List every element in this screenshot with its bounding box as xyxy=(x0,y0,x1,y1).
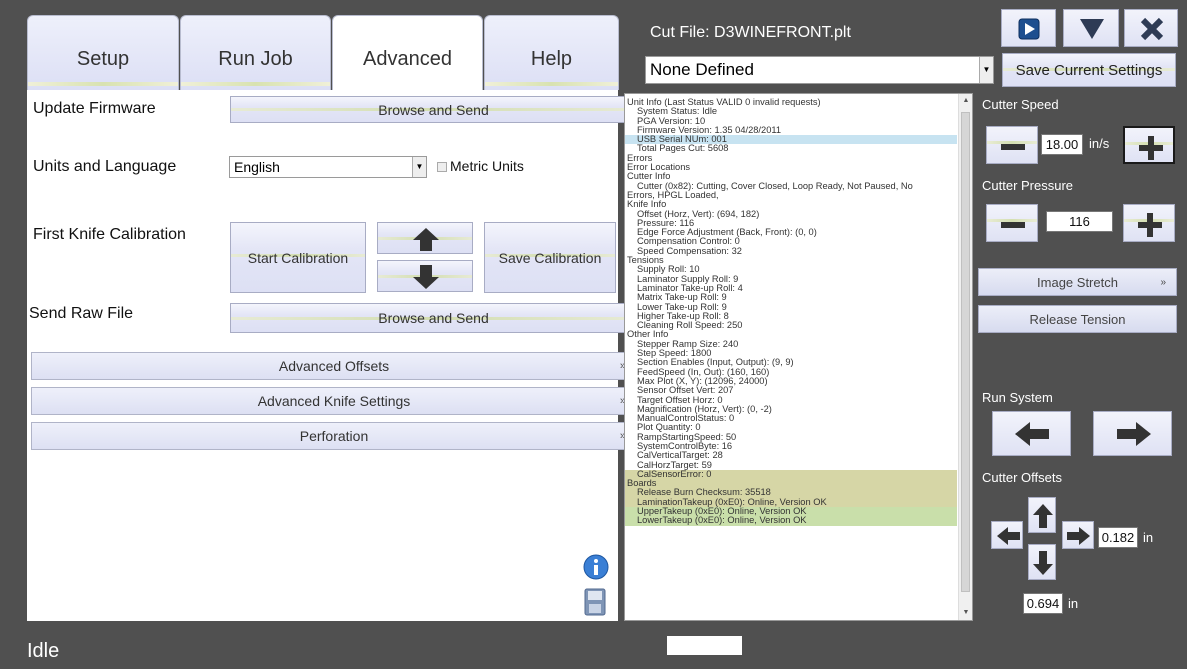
tab-label: Help xyxy=(530,48,573,70)
info-line[interactable]: Error Locations xyxy=(625,162,957,172)
arrow-down-icon xyxy=(413,265,439,289)
cutter-offsets-label: Cutter Offsets xyxy=(982,470,1062,485)
advanced-offsets-section[interactable]: Advanced Offsets» xyxy=(31,352,637,380)
offset-up-button[interactable] xyxy=(1028,497,1056,533)
advanced-panel: Update Firmware Browse and Send Units an… xyxy=(27,90,637,621)
arrow-right-icon xyxy=(1067,527,1090,545)
scroll-thumb[interactable] xyxy=(961,112,970,592)
cutter-pressure-value[interactable]: 116 xyxy=(1046,211,1113,232)
chevron-down-icon: » xyxy=(1160,277,1166,288)
send-raw-file-label: Send Raw File xyxy=(29,305,134,322)
offset-vertical-unit: in xyxy=(1068,596,1079,611)
language-value: English xyxy=(234,159,280,175)
minus-icon xyxy=(1001,222,1025,228)
tab-advanced[interactable]: Advanced xyxy=(332,15,483,91)
cutter-speed-label: Cutter Speed xyxy=(982,97,1059,112)
tab-run-job[interactable]: Run Job xyxy=(180,15,331,90)
image-stretch-label: Image Stretch xyxy=(1037,275,1118,290)
cutter-pressure-minus-button[interactable] xyxy=(986,204,1038,242)
arrow-up-icon xyxy=(1033,504,1053,528)
save-current-settings-button[interactable]: Save Current Settings xyxy=(1002,53,1176,87)
tab-label: Run Job xyxy=(218,48,293,70)
advanced-knife-settings-section[interactable]: Advanced Knife Settings» xyxy=(31,387,637,415)
play-icon xyxy=(1018,18,1040,40)
release-tension-button[interactable]: Release Tension xyxy=(978,305,1177,333)
cut-file-label: Cut File: D3WINEFRONT.plt xyxy=(650,24,851,41)
cutter-speed-plus-button[interactable] xyxy=(1123,126,1175,164)
image-stretch-button[interactable]: Image Stretch » xyxy=(978,268,1177,296)
chevron-down-icon: ▼ xyxy=(412,157,426,177)
update-firmware-label: Update Firmware xyxy=(33,100,156,117)
offset-right-button[interactable] xyxy=(1062,521,1094,549)
settings-value: None Defined xyxy=(650,60,754,79)
offset-horizontal-unit: in xyxy=(1143,530,1154,545)
scrollbar[interactable]: ▲ ▼ xyxy=(958,94,972,620)
info-line[interactable]: LowerTakeup (0xE0): Online, Version OK xyxy=(625,516,957,526)
calibration-up-button[interactable] xyxy=(377,222,473,254)
info-line[interactable]: Cleaning Roll Speed: 250 xyxy=(625,320,957,330)
info-line[interactable]: Total Pages Cut: 5608 xyxy=(625,144,957,154)
cutter-pressure-plus-button[interactable] xyxy=(1123,204,1175,242)
arrow-down-icon xyxy=(1033,551,1053,575)
tab-help[interactable]: Help xyxy=(484,15,619,90)
info-lines: Unit Info (Last Status VALID 0 invalid r… xyxy=(625,97,957,526)
offset-vertical-value[interactable]: 0.694 xyxy=(1023,593,1063,614)
cutter-speed-value[interactable]: 18.00 xyxy=(1041,134,1083,155)
language-select[interactable]: English ▼ xyxy=(229,156,427,178)
arrow-right-icon xyxy=(1117,422,1151,446)
chevron-down-icon: ▼ xyxy=(979,57,993,83)
cutter-speed-unit: in/s xyxy=(1089,136,1110,151)
metric-units-label: Metric Units xyxy=(450,158,524,174)
save-disk-icon[interactable] xyxy=(584,588,606,616)
section-label: Advanced Knife Settings xyxy=(257,393,411,409)
status-text: Idle xyxy=(27,640,60,662)
tab-label: Setup xyxy=(76,48,130,70)
release-tension-label: Release Tension xyxy=(1029,312,1126,327)
triangle-down-icon xyxy=(1080,19,1104,39)
unit-info-list[interactable]: Unit Info (Last Status VALID 0 invalid r… xyxy=(624,93,973,621)
close-icon xyxy=(1140,17,1164,41)
run-system-label: Run System xyxy=(982,390,1053,405)
minus-icon xyxy=(1001,144,1025,150)
arrow-up-icon xyxy=(413,228,439,251)
arrow-left-icon xyxy=(997,527,1020,545)
offset-down-button[interactable] xyxy=(1028,544,1056,580)
scroll-down-icon[interactable]: ▼ xyxy=(959,606,972,620)
progress-indicator xyxy=(667,636,742,655)
info-line[interactable]: Errors, HPGL Loaded, xyxy=(625,190,957,200)
info-line[interactable]: Speed Compensation: 32 xyxy=(625,246,957,256)
browse-send-firmware-button[interactable]: Browse and Send xyxy=(230,96,637,123)
perforation-section[interactable]: Perforation» xyxy=(31,422,637,450)
offset-horizontal-value[interactable]: 0.182 xyxy=(1098,527,1138,548)
first-knife-calibration-label: First Knife Calibration xyxy=(33,226,186,243)
play-button[interactable] xyxy=(1001,9,1056,47)
calibration-down-button[interactable] xyxy=(377,260,473,292)
scroll-up-icon[interactable]: ▲ xyxy=(959,94,972,108)
arrow-left-icon xyxy=(1015,422,1049,446)
save-calibration-button[interactable]: Save Calibration xyxy=(484,222,616,293)
metric-units-checkbox[interactable] xyxy=(437,162,447,172)
units-language-label: Units and Language xyxy=(33,158,177,175)
browse-send-raw-button[interactable]: Browse and Send xyxy=(230,303,637,333)
start-calibration-button[interactable]: Start Calibration xyxy=(230,222,366,293)
info-line[interactable]: CalSensorError: 0 xyxy=(625,469,957,480)
section-label: Advanced Offsets xyxy=(278,358,390,374)
section-label: Perforation xyxy=(299,428,369,444)
run-system-right-button[interactable] xyxy=(1093,411,1172,456)
info-icon[interactable] xyxy=(583,554,609,580)
cutter-speed-minus-button[interactable] xyxy=(986,126,1038,164)
offset-left-button[interactable] xyxy=(991,521,1023,549)
tab-label: Advanced xyxy=(363,48,452,70)
settings-select[interactable]: None Defined ▼ xyxy=(645,56,994,84)
cutter-pressure-label: Cutter Pressure xyxy=(982,178,1074,193)
close-button[interactable] xyxy=(1124,9,1178,47)
tab-setup[interactable]: Setup xyxy=(27,15,179,90)
run-system-left-button[interactable] xyxy=(992,411,1071,456)
minimize-button[interactable] xyxy=(1063,9,1119,47)
